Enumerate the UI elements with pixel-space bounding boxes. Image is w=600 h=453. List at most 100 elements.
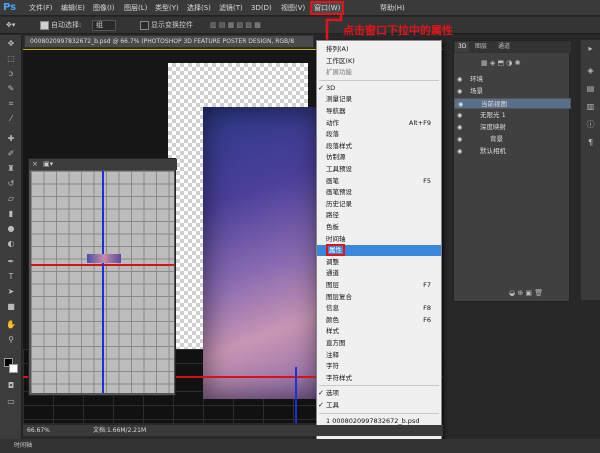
pen-icon[interactable]: ✒ (5, 257, 17, 267)
menu-item[interactable]: 仿制源 (317, 152, 441, 163)
marquee-icon[interactable]: ⬚ (5, 54, 17, 64)
menu-item[interactable]: 注释 (317, 350, 441, 361)
gradient-icon[interactable]: ▮ (5, 209, 17, 219)
close-icon[interactable]: × (32, 159, 38, 170)
properties-icon[interactable]: ▥ (585, 102, 596, 112)
stamp-icon[interactable]: ♜ (5, 164, 17, 174)
tab-3d[interactable]: 3D (455, 42, 470, 52)
menu-item[interactable]: 属性 (317, 244, 441, 257)
visibility-eye-icon[interactable]: ◉ (458, 99, 463, 110)
type-icon[interactable]: T (5, 272, 17, 282)
menu-item[interactable]: 图层 F7 (317, 280, 441, 291)
menu-item[interactable]: 直方图 (317, 338, 441, 349)
menu-item[interactable]: 工作区(K) (317, 56, 441, 67)
lasso-icon[interactable]: ↄ (5, 69, 17, 79)
crop-icon[interactable]: ⌗ (5, 99, 17, 109)
menu-item[interactable]: 信息 F8 (317, 303, 441, 314)
menu-item[interactable]: 动作 Alt+F9 (317, 118, 441, 129)
move-tool-icon[interactable]: ✥▾ (6, 20, 15, 31)
3d-poster-plane[interactable] (203, 107, 321, 399)
show-transform-option[interactable]: 显示变换控件 (140, 20, 193, 31)
move-icon[interactable]: ✥ (5, 39, 17, 49)
tab-layers[interactable]: 图层 (472, 42, 490, 52)
menu-image[interactable]: 图像(I) (93, 3, 115, 14)
panel-footer-icons[interactable]: ◒ ⊕ ▣ 🗑 (509, 289, 569, 299)
visibility-eye-icon[interactable]: ◉ (457, 86, 462, 97)
layer-row[interactable]: ◉ 无限光 1 (454, 110, 571, 121)
timeline-panel[interactable]: 时间轴 (0, 439, 600, 453)
visibility-eye-icon[interactable]: ◉ (457, 122, 462, 133)
visibility-eye-icon[interactable]: ◉ (457, 146, 462, 157)
history-icon[interactable]: ▤ (585, 84, 596, 94)
layer-row[interactable]: ◉ 场景 (454, 86, 571, 97)
filter-icons[interactable]: ▦ ◈ ⬒ ◑ ✺ (481, 57, 563, 69)
menu-item[interactable]: 画笔预设 (317, 187, 441, 198)
menu-item[interactable]: 字符样式 (317, 373, 441, 384)
brush-icon[interactable]: ✐ (5, 149, 17, 159)
history-brush-icon[interactable]: ↺ (5, 179, 17, 189)
menu-help[interactable]: 帮助(H) (380, 3, 405, 14)
quick-select-icon[interactable]: ✎ (5, 84, 17, 94)
auto-select-dropdown[interactable]: 组 (92, 20, 116, 31)
menu-item[interactable]: 段落 (317, 129, 441, 140)
path-select-icon[interactable]: ➤ (5, 287, 17, 297)
menu-item[interactable]: 段落样式 (317, 141, 441, 152)
menu-item[interactable]: 导航器 (317, 106, 441, 117)
menu-item[interactable]: 路径 (317, 210, 441, 221)
layer-row[interactable]: ◉ 环境 (454, 74, 571, 85)
visibility-eye-icon[interactable]: ◉ (457, 74, 462, 85)
menu-filter[interactable]: 滤镜(T) (219, 3, 243, 14)
menu-item[interactable]: ✓ 3D (317, 83, 441, 94)
menu-item[interactable]: 样式 (317, 326, 441, 337)
menu-item[interactable]: 测量记录 (317, 94, 441, 105)
tab-channels[interactable]: 通道 (495, 42, 513, 52)
quick-mask-icon[interactable]: ◘ (5, 381, 17, 391)
show-transform-checkbox[interactable] (140, 20, 149, 30)
adjust-icon[interactable]: ▸ (585, 44, 596, 54)
menu-file[interactable]: 文件(F) (29, 3, 53, 14)
layer-row[interactable]: ◉ 默认相机 (454, 146, 571, 157)
align-icons[interactable]: ▥ ▤ ▦ ▧ ▨ ▩ (210, 20, 261, 31)
zoom-level[interactable]: 66.67% (27, 425, 50, 436)
menu-type[interactable]: 类型(Y) (155, 3, 179, 14)
background-color-swatch[interactable] (9, 364, 18, 373)
menu-item[interactable]: 通道 (317, 268, 441, 279)
layer-row[interactable]: ◉ 深度映射 (454, 122, 571, 133)
hand-icon[interactable]: ✋ (5, 320, 17, 330)
secondary-view-titlebar[interactable]: × ▣▾ (29, 159, 177, 170)
info-icon[interactable]: ⓘ (585, 120, 596, 130)
zoom-icon[interactable]: ⚲ (5, 335, 17, 345)
text-icon[interactable]: ¶ (585, 138, 596, 148)
auto-select-checkbox[interactable] (40, 20, 49, 30)
auto-select-option[interactable]: 自动选择: (40, 20, 81, 31)
layer-row[interactable]: ◉ 背景 (454, 134, 571, 145)
menu-item[interactable]: ✓ 工具 (317, 400, 441, 411)
menu-item[interactable]: 调整 (317, 257, 441, 268)
eyedropper-icon[interactable]: ⁄ (5, 114, 17, 124)
healing-icon[interactable]: ✚ (5, 134, 17, 144)
document-tab[interactable]: 0008020997832672_b.psd @ 66.7% (PHOTOSHO… (24, 35, 314, 48)
menu-item[interactable]: 字符 (317, 361, 441, 372)
menu-item[interactable]: 图层复合 (317, 292, 441, 303)
menu-item[interactable]: 工具预设 (317, 164, 441, 175)
menu-item[interactable]: 色板 (317, 222, 441, 233)
layers-icon[interactable]: ◈ (585, 66, 596, 76)
visibility-eye-icon[interactable]: ◉ (457, 110, 462, 121)
secondary-3d-view[interactable]: × ▣▾ (28, 158, 177, 396)
menu-item[interactable]: 扩展功能 (317, 67, 441, 78)
menu-layer[interactable]: 图层(L) (124, 3, 147, 14)
menu-select[interactable]: 选择(S) (187, 3, 211, 14)
menu-view[interactable]: 视图(V) (281, 3, 305, 14)
dodge-icon[interactable]: ◐ (5, 239, 17, 249)
blur-icon[interactable]: ● (5, 224, 17, 234)
menu-item[interactable]: 时间轴 (317, 234, 441, 245)
menu-item[interactable]: 排列(A) (317, 44, 441, 55)
menu-item[interactable]: 颜色 F6 (317, 315, 441, 326)
visibility-eye-icon[interactable]: ◉ (457, 134, 462, 145)
layer-row[interactable]: ◉ 当前视图 (454, 98, 571, 109)
screen-mode-icon[interactable]: ▭ (5, 397, 17, 407)
menu-item[interactable]: 画笔 F5 (317, 176, 441, 187)
shape-icon[interactable]: ■ (5, 302, 17, 312)
menu-item[interactable]: ✓ 选项 (317, 388, 441, 399)
menu-edit[interactable]: 编辑(E) (61, 3, 85, 14)
